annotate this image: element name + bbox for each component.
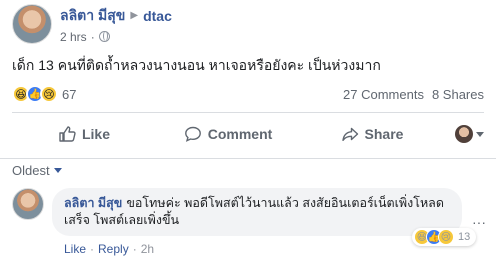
author-avatar[interactable]: [12, 4, 52, 44]
like-label: Like: [81, 126, 110, 142]
comment-button[interactable]: Comment: [156, 125, 300, 143]
comment-bubble: ลลิตา มีสุข ขอโทษค่ะ พอดีโพสต์ไว้นานแล้ว …: [52, 188, 462, 236]
divider: [0, 158, 496, 159]
commenter-avatar[interactable]: [12, 188, 44, 220]
like-button[interactable]: Like: [12, 125, 156, 143]
reactions-left[interactable]: 😆 👍 😢 67: [12, 85, 76, 103]
right-arrow-icon: ▶: [130, 10, 139, 21]
separator-dot: ·: [90, 29, 95, 44]
post-header: ลลิตา มีสุข ▶ dtac 2 hrs ·: [12, 4, 172, 44]
divider: [12, 112, 484, 113]
shares-count[interactable]: 8 Shares: [432, 87, 484, 102]
action-bar: Like Comment Share: [12, 116, 484, 152]
comment-reply-link[interactable]: Reply: [98, 242, 129, 256]
comment-reaction-count: 13: [458, 231, 471, 243]
reaction-count[interactable]: 67: [62, 87, 76, 102]
post-time[interactable]: 2 hrs: [60, 30, 87, 44]
comment-time[interactable]: 2h: [141, 242, 154, 256]
comment-like-link[interactable]: Like: [64, 242, 86, 256]
globe-icon[interactable]: [98, 31, 110, 42]
reactions-summary: 😆 👍 😢 67 27 Comments 8 Shares: [12, 84, 484, 104]
comments-count[interactable]: 27 Comments: [343, 87, 424, 102]
author-row: ลลิตา มีสุข ▶ dtac: [60, 5, 172, 27]
chevron-down-icon: [53, 168, 62, 173]
author-name[interactable]: ลลิตา มีสุข: [60, 5, 125, 27]
thumbs-up-icon: [59, 126, 76, 142]
user-avatar: [455, 125, 473, 143]
share-label: Share: [364, 126, 404, 142]
separator-dot: ·: [90, 242, 95, 256]
comment-reactions[interactable]: 😆 👍 😢 13: [412, 228, 477, 246]
post-text: เด็ก 13 คนที่ติดถ้ำหลวงนางนอน หาเจอหรือย…: [12, 57, 381, 73]
commenter-name[interactable]: ลลิตา มีสุข: [64, 196, 122, 210]
chevron-down-icon: [476, 131, 484, 137]
comment-icon: [184, 126, 201, 142]
comment-item: ลลิตา มีสุข ขอโทษค่ะ พอดีโพสต์ไว้นานแล้ว …: [12, 188, 477, 256]
sad-icon: 😢: [40, 85, 58, 103]
post-meta: 2 hrs ·: [60, 30, 172, 44]
engagement-counts: 27 Comments 8 Shares: [343, 87, 484, 102]
comment-label: Comment: [207, 126, 273, 142]
post-as-selector[interactable]: [444, 125, 484, 143]
comment-sort-dropdown[interactable]: Oldest: [12, 163, 62, 178]
share-icon: [341, 127, 358, 141]
more-options-icon[interactable]: ···: [472, 214, 486, 230]
target-page-name[interactable]: dtac: [143, 8, 172, 24]
share-button[interactable]: Share: [300, 125, 444, 143]
comment-actions: Like · Reply · 2h: [52, 242, 462, 256]
comment-body: ลลิตา มีสุข ขอโทษค่ะ พอดีโพสต์ไว้นานแล้ว …: [52, 188, 462, 256]
post-header-text: ลลิตา มีสุข ▶ dtac 2 hrs ·: [60, 5, 172, 44]
separator-dot: ·: [132, 242, 137, 256]
comment-sort-label: Oldest: [12, 163, 50, 178]
sad-icon: 😢: [438, 229, 454, 245]
